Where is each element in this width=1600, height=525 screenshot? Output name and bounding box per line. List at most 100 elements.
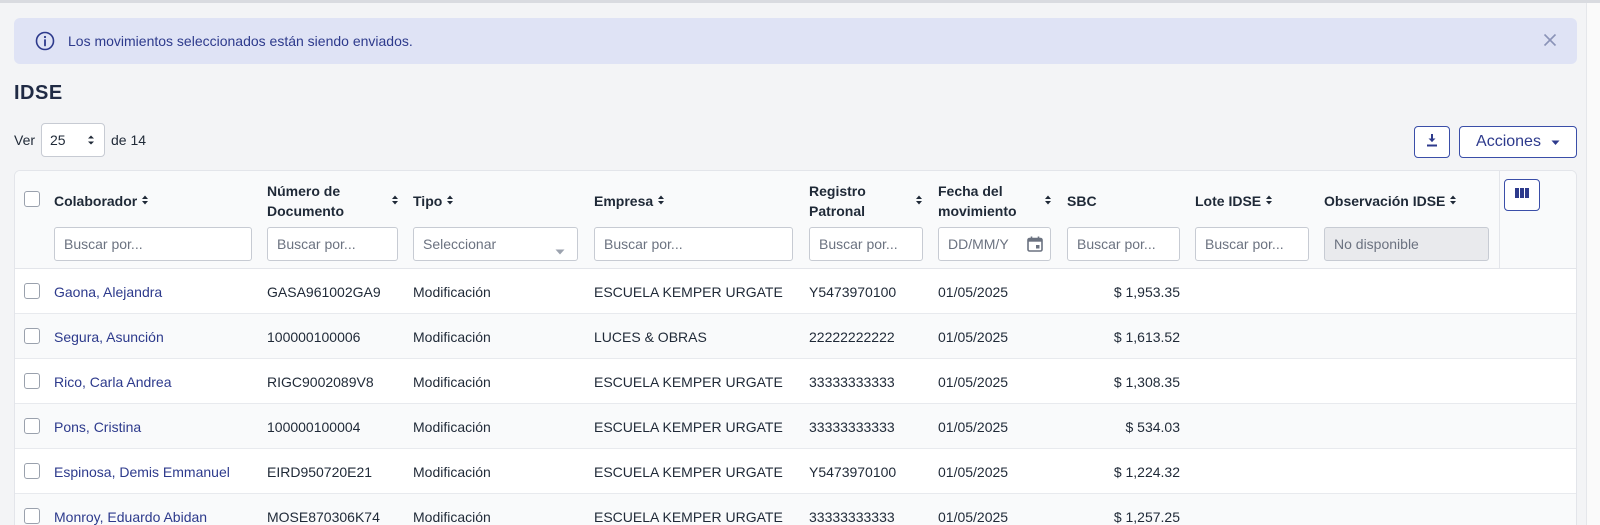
actions-dropdown-button[interactable]: Acciones — [1459, 126, 1577, 158]
caret-down-icon — [1551, 133, 1560, 151]
cell-fecha: 01/05/2025 — [938, 328, 1009, 345]
row-checkbox[interactable] — [24, 463, 40, 479]
col-header-registro[interactable]: Registro Patronal — [809, 179, 923, 223]
filter-sbc-input[interactable]: Buscar por... — [1067, 227, 1180, 261]
filter-empresa-input[interactable]: Buscar por... — [594, 227, 793, 261]
col-header-documento[interactable]: Número de Documento — [267, 179, 399, 223]
window-scrollbar[interactable] — [1586, 3, 1600, 525]
cell-tipo: Modificación — [413, 373, 491, 390]
cell-colaborador[interactable]: Rico, Carla Andrea — [54, 359, 254, 404]
table-row[interactable]: Monroy, Eduardo Abidan MOSE870306K74 Modif… — [15, 494, 1576, 525]
cell-fecha: 01/05/2025 — [938, 373, 1009, 390]
cell-tipo: Modificación — [413, 508, 491, 525]
col-header-observacion[interactable]: Observación IDSE — [1324, 179, 1494, 223]
sort-icon — [141, 191, 149, 211]
cell-tipo: Modificación — [413, 463, 491, 480]
alert-message: Los movimientos seleccionados están sien… — [68, 33, 413, 49]
col-header-lote[interactable]: Lote IDSE — [1195, 179, 1309, 223]
close-icon[interactable] — [1541, 31, 1559, 49]
cell-registro: Y5473970100 — [809, 463, 897, 480]
cell-registro: 33333333333 — [809, 508, 895, 525]
cell-documento: EIRD950720E21 — [267, 463, 373, 480]
download-button[interactable] — [1414, 126, 1450, 158]
pager-prefix: Ver — [14, 132, 36, 148]
chevron-down-icon — [555, 242, 565, 258]
updown-chevron-icon — [86, 134, 96, 146]
cell-registro: 22222222222 — [809, 328, 895, 345]
filter-registro-input[interactable]: Buscar por... — [809, 227, 923, 261]
info-circle-icon — [34, 30, 56, 52]
cell-colaborador[interactable]: Espinosa, Demis Emmanuel — [54, 449, 254, 494]
cell-tipo: Modificación — [413, 328, 491, 345]
download-icon — [1424, 132, 1440, 153]
cell-empresa: ESCUELA KEMPER URGATE — [594, 508, 783, 525]
columns-icon — [1514, 186, 1530, 205]
sort-icon — [1265, 191, 1273, 211]
table-row[interactable]: Segura, Asunción 100000100006 Modificación… — [15, 314, 1576, 359]
cell-tipo: Modificación — [413, 418, 491, 435]
idse-table: Colaborador Número de Documento Tipo Emp… — [14, 170, 1577, 525]
cell-documento: 100000100004 — [267, 418, 361, 435]
col-header-tipo[interactable]: Tipo — [413, 179, 573, 223]
cell-sbc: $ 1,224.32 — [1113, 463, 1180, 480]
top-border — [0, 0, 1600, 3]
sort-icon — [1449, 191, 1457, 211]
row-checkbox[interactable] — [24, 373, 40, 389]
column-settings-button[interactable] — [1504, 179, 1540, 211]
cell-empresa: ESCUELA KEMPER URGATE — [594, 463, 783, 480]
sort-icon — [915, 191, 923, 211]
cell-fecha: 01/05/2025 — [938, 463, 1009, 480]
cell-fecha: 01/05/2025 — [938, 283, 1009, 300]
select-all-checkbox[interactable] — [24, 191, 40, 207]
col-header-colaborador[interactable]: Colaborador — [54, 179, 254, 223]
cell-documento: MOSE870306K74 — [267, 508, 380, 525]
cell-sbc: $ 534.03 — [1125, 418, 1181, 435]
sort-icon — [391, 191, 399, 211]
filter-observacion-input: No disponible — [1324, 227, 1489, 261]
cell-empresa: ESCUELA KEMPER URGATE — [594, 373, 783, 390]
table-header: Colaborador Número de Documento Tipo Emp… — [15, 171, 1576, 269]
cell-fecha: 01/05/2025 — [938, 418, 1009, 435]
cell-empresa: ESCUELA KEMPER URGATE — [594, 283, 783, 300]
col-header-fecha[interactable]: Fecha del movimiento — [938, 179, 1052, 223]
table-row[interactable]: Rico, Carla Andrea RIGC9002089V8 Modificac… — [15, 359, 1576, 404]
table-row[interactable]: Espinosa, Demis Emmanuel EIRD950720E21 Mod… — [15, 449, 1576, 494]
sort-icon — [1044, 191, 1052, 211]
page-size-value: 25 — [50, 132, 66, 148]
row-checkbox[interactable] — [24, 283, 40, 299]
cell-colaborador[interactable]: Gaona, Alejandra — [54, 269, 254, 314]
row-checkbox[interactable] — [24, 418, 40, 434]
row-checkbox[interactable] — [24, 328, 40, 344]
cell-sbc: $ 1,953.35 — [1113, 283, 1180, 300]
cell-tipo: Modificación — [413, 283, 491, 300]
filter-documento-input[interactable]: Buscar por... — [267, 227, 398, 261]
filter-lote-input[interactable]: Buscar por... — [1195, 227, 1309, 261]
row-checkbox[interactable] — [24, 508, 40, 524]
cell-sbc: $ 1,308.35 — [1113, 373, 1180, 390]
actions-label: Acciones — [1476, 133, 1541, 150]
col-header-sbc[interactable]: SBC — [1067, 179, 1181, 223]
cell-empresa: LUCES & OBRAS — [594, 328, 707, 345]
cell-colaborador[interactable]: Segura, Asunción — [54, 314, 254, 359]
cell-colaborador[interactable]: Pons, Cristina — [54, 404, 254, 449]
calendar-icon[interactable] — [1026, 235, 1044, 256]
page-size-control: Ver 25 de 14 — [14, 123, 146, 157]
filter-colaborador-input[interactable]: Buscar por... — [54, 227, 252, 261]
cell-colaborador[interactable]: Monroy, Eduardo Abidan — [54, 494, 254, 525]
col-header-empresa[interactable]: Empresa — [594, 179, 794, 223]
cell-registro: 33333333333 — [809, 418, 895, 435]
page-title: IDSE — [14, 82, 63, 104]
table-row[interactable]: Pons, Cristina 100000100004 Modificación ES… — [15, 404, 1576, 449]
table-row[interactable]: Gaona, Alejandra GASA961002GA9 Modificació… — [15, 269, 1576, 314]
alert-banner: Los movimientos seleccionados están sien… — [14, 18, 1577, 64]
cell-fecha: 01/05/2025 — [938, 508, 1009, 525]
cell-documento: RIGC9002089V8 — [267, 373, 374, 390]
cell-empresa: ESCUELA KEMPER URGATE — [594, 418, 783, 435]
cell-documento: GASA961002GA9 — [267, 283, 381, 300]
filter-fecha-input[interactable]: DD/MM/Y — [938, 227, 1051, 261]
filter-tipo-select[interactable]: Seleccionar — [413, 227, 578, 261]
cell-documento: 100000100006 — [267, 328, 361, 345]
pager-total: de 14 — [111, 132, 147, 148]
page-size-select[interactable]: 25 — [41, 123, 106, 157]
cell-sbc: $ 1,613.52 — [1113, 328, 1180, 345]
